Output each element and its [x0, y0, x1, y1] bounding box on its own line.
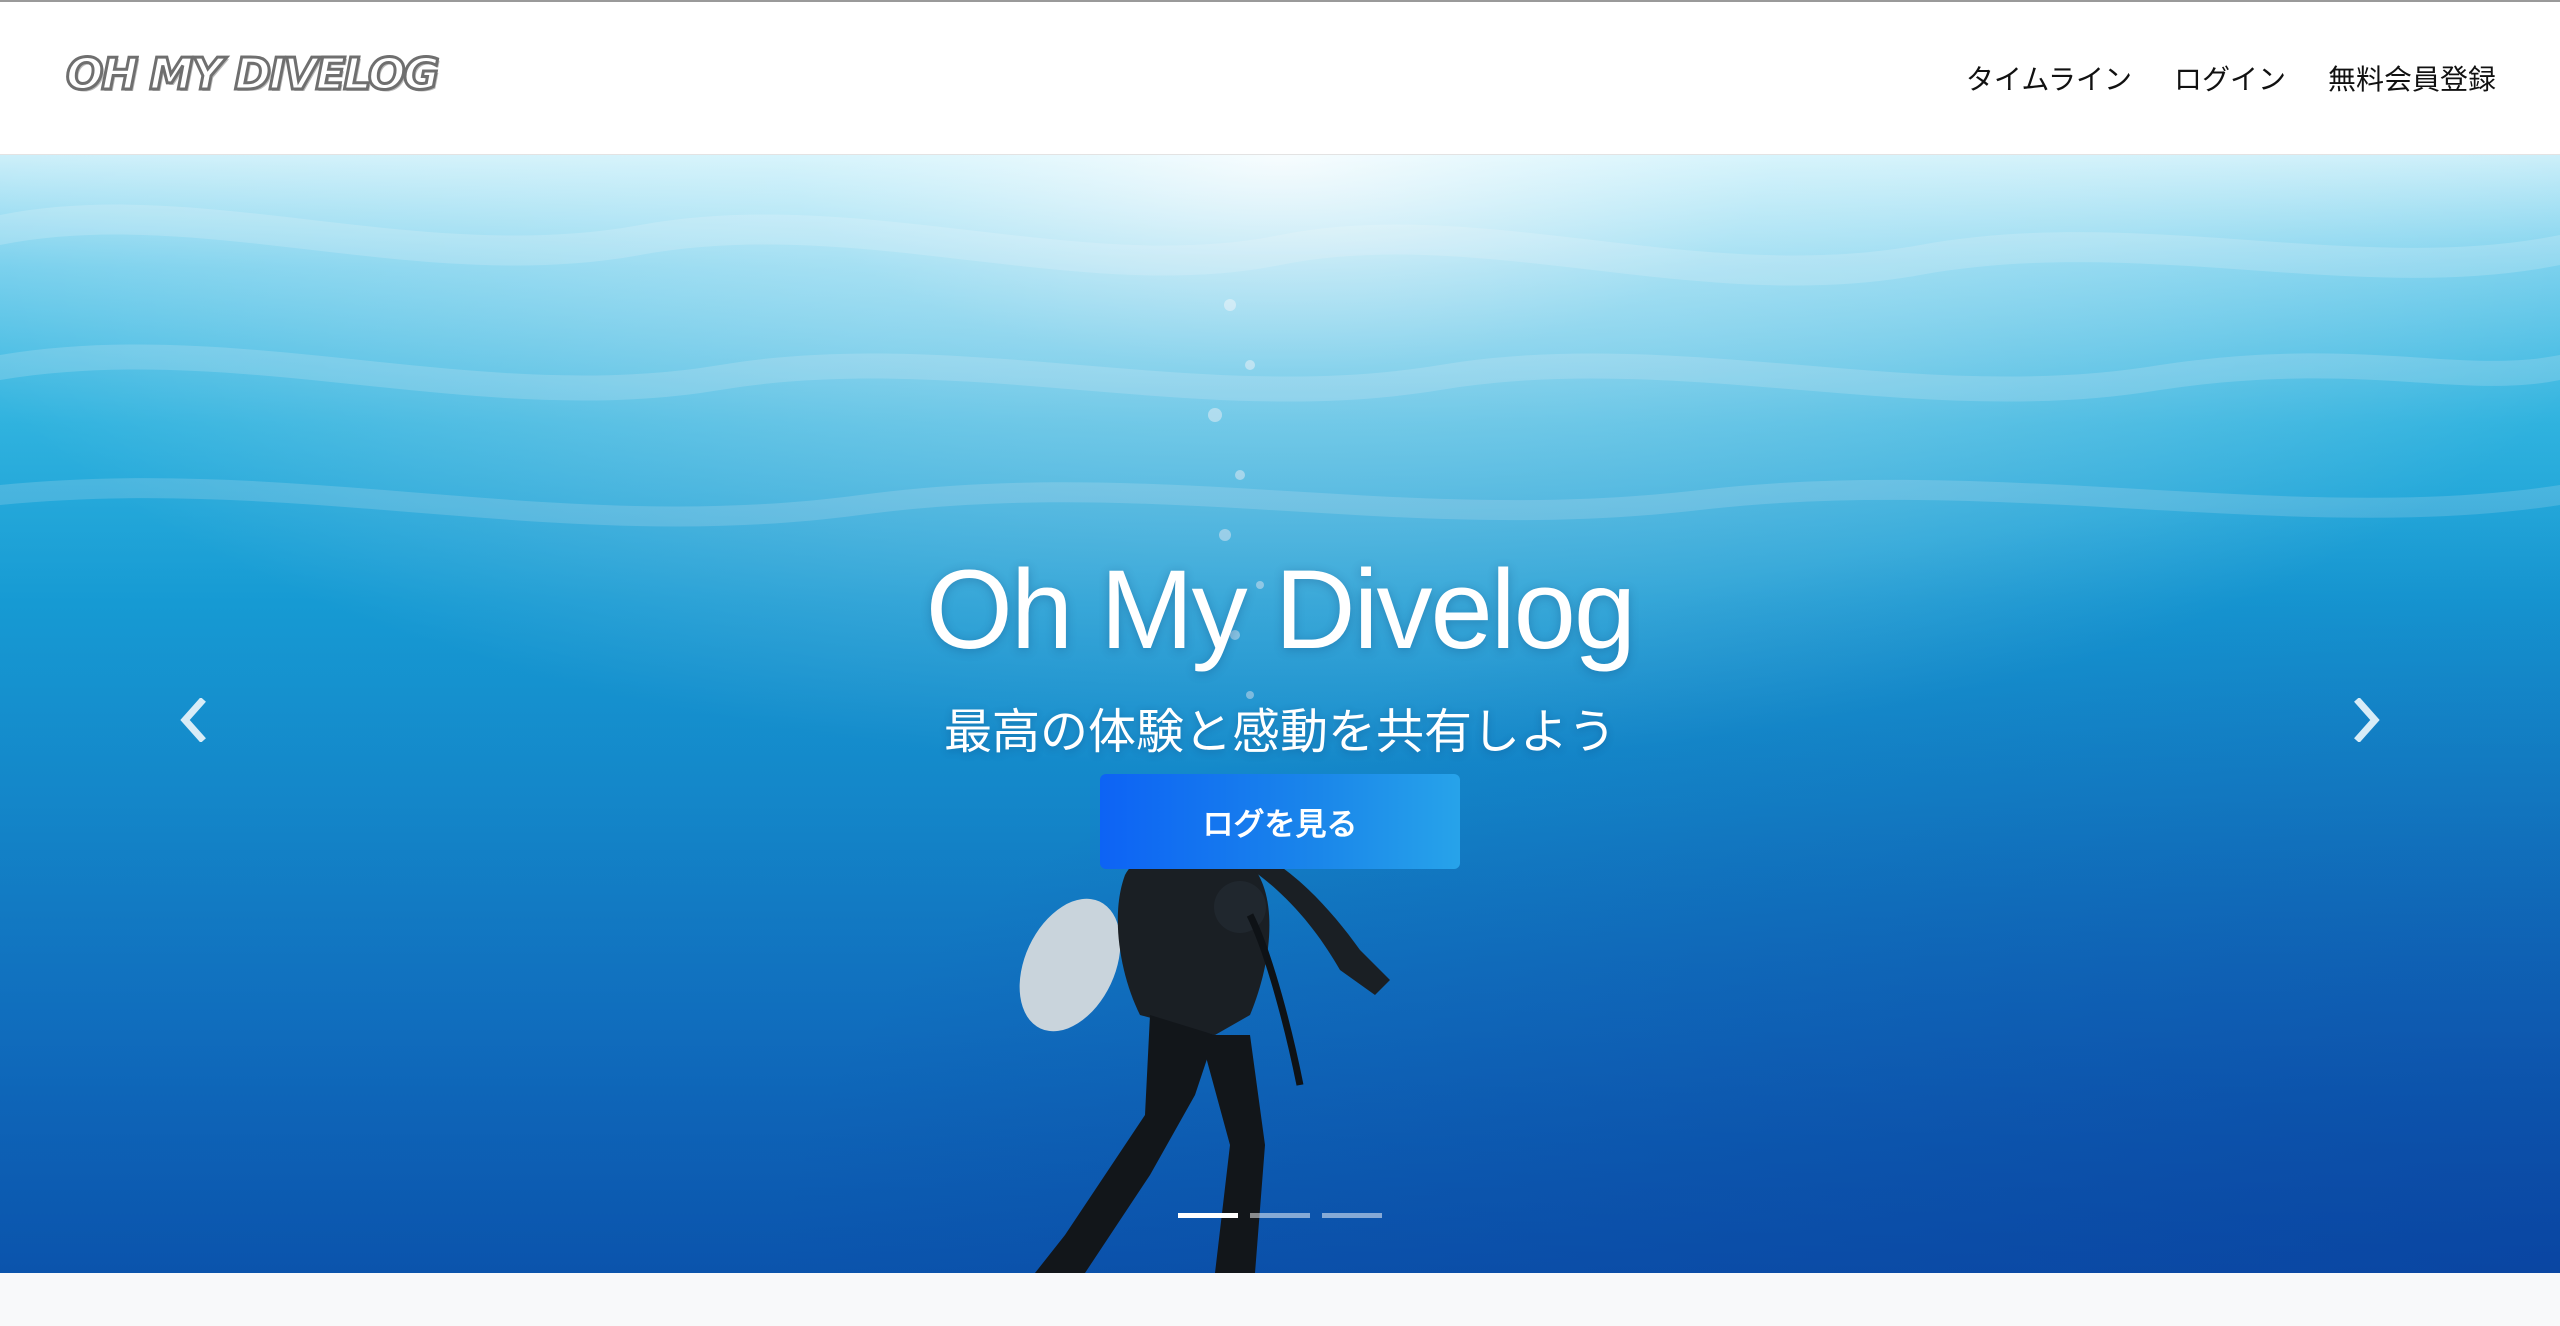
chevron-left-icon: [180, 698, 206, 742]
navbar: OH MY DIVELOG タイムライン ログイン 無料会員登録: [0, 2, 2560, 155]
nav-links: タイムライン ログイン 無料会員登録: [1924, 60, 2496, 100]
nav-link-login[interactable]: ログイン: [2174, 60, 2286, 100]
nav-link-signup[interactable]: 無料会員登録: [2328, 60, 2496, 100]
carousel-indicators: [1178, 1213, 1382, 1218]
hero-title: Oh My Divelog: [925, 547, 1636, 672]
carousel-indicator-3[interactable]: [1322, 1213, 1382, 1218]
carousel-indicator-2[interactable]: [1250, 1213, 1310, 1218]
brand-logo-text: OH MY DIVELOG: [65, 49, 442, 100]
hero-carousel: Oh My Divelog 最高の体験と感動を共有しよう ログを見る: [0, 155, 2560, 1273]
hero-subtitle: 最高の体験と感動を共有しよう: [943, 704, 1616, 760]
carousel-next-button[interactable]: [2338, 675, 2398, 765]
nav-link-timeline[interactable]: タイムライン: [1966, 60, 2132, 100]
carousel-prev-button[interactable]: [162, 675, 222, 765]
chevron-right-icon: [2354, 698, 2380, 742]
brand-logo[interactable]: OH MY DIVELOG: [65, 49, 442, 100]
view-logs-button[interactable]: ログを見る: [1100, 774, 1460, 869]
page-section-below: [0, 1273, 2560, 1326]
carousel-indicator-1[interactable]: [1178, 1213, 1238, 1218]
